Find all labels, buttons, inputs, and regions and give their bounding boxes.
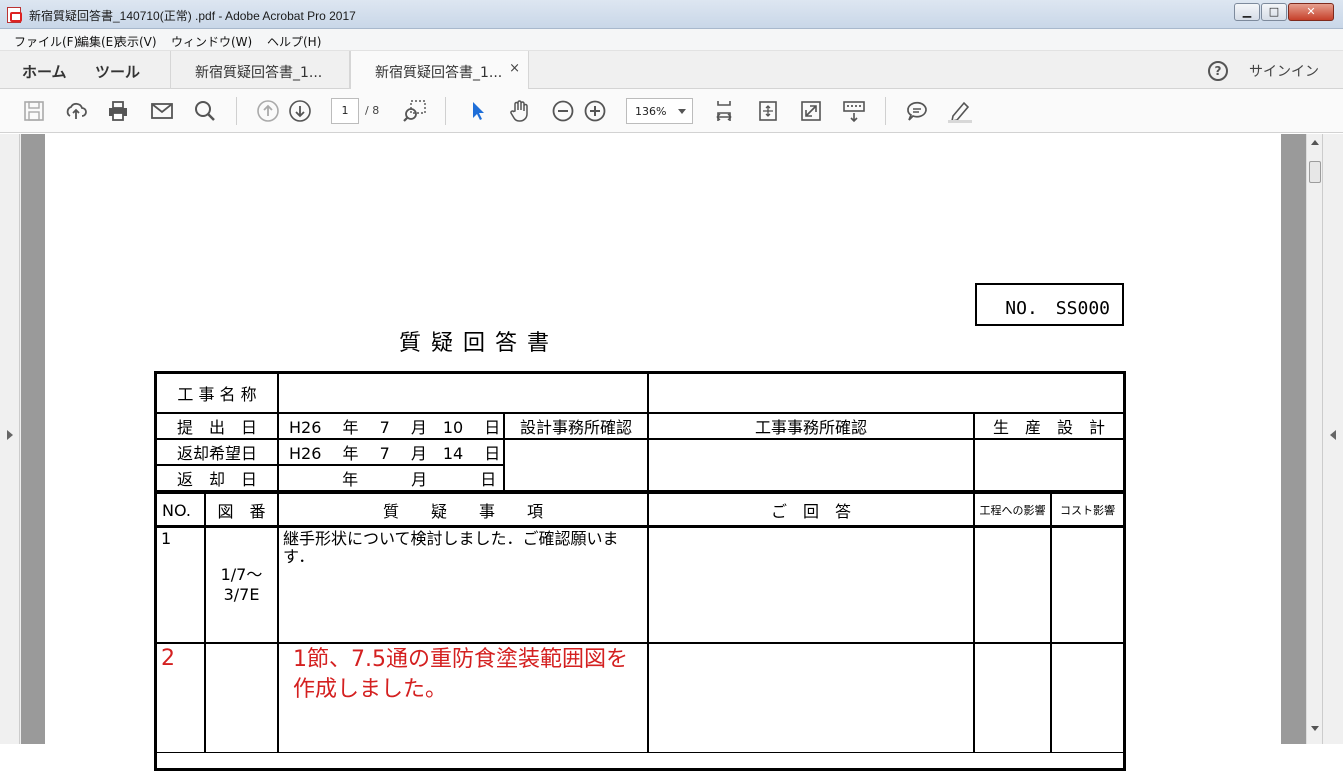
zoom-select[interactable]: 136% bbox=[626, 98, 693, 124]
rotate-icon[interactable] bbox=[756, 99, 780, 123]
production-design-header: 生 産 設 計 bbox=[974, 413, 1124, 439]
col-process-header: 工程への影響 bbox=[974, 493, 1051, 527]
return-hope-value: H26 年 7 月 14 日 bbox=[278, 439, 504, 465]
row2-no: 2 bbox=[156, 643, 205, 753]
construction-confirm-box bbox=[648, 439, 974, 491]
project-value bbox=[278, 373, 648, 413]
row2-drawing bbox=[205, 643, 278, 753]
left-panel-toggle[interactable] bbox=[0, 134, 20, 744]
document-title: 質疑回答書 bbox=[399, 331, 560, 356]
zoom-in-icon[interactable] bbox=[583, 99, 607, 123]
title-bar: 新宿質疑回答書_140710(正常) .pdf - Adobe Acrobat … bbox=[0, 0, 1343, 29]
select-icon[interactable] bbox=[466, 99, 490, 123]
project-extra bbox=[648, 373, 1124, 413]
row2-question: 1節、7.5通の重防食塗装範囲図を作成しました。 bbox=[293, 647, 628, 702]
search-icon[interactable] bbox=[193, 99, 217, 123]
design-confirm-box bbox=[504, 439, 648, 491]
page-total: / 8 bbox=[365, 104, 380, 117]
row1-no: 1 bbox=[156, 527, 205, 643]
construction-confirm-header: 工事事務所確認 bbox=[648, 413, 974, 439]
menu-edit[interactable]: 編集(E) bbox=[77, 33, 118, 50]
maximize-button[interactable]: □ bbox=[1261, 3, 1287, 21]
zoom-marquee-icon[interactable] bbox=[403, 99, 427, 123]
window-title: 新宿質疑回答書_140710(正常) .pdf - Adobe Acrobat … bbox=[29, 9, 356, 23]
col-answer-header: ご 回 答 bbox=[648, 493, 974, 527]
scroll-up-icon[interactable] bbox=[1311, 140, 1319, 145]
row2-cost bbox=[1051, 643, 1124, 753]
zoom-out-icon[interactable] bbox=[551, 99, 575, 123]
row1-drawing: 1/7～ 3/7E bbox=[205, 527, 278, 643]
scroll-down-icon[interactable] bbox=[1311, 726, 1319, 731]
menu-help[interactable]: ヘルプ(H) bbox=[267, 33, 321, 50]
next-page-icon[interactable] bbox=[288, 99, 312, 123]
toolbar: 1 / 8 136% bbox=[0, 89, 1343, 133]
form-divider bbox=[156, 525, 1124, 528]
submit-label: 提 出 日 bbox=[156, 413, 278, 439]
return-hope-label: 返却希望日 bbox=[156, 439, 278, 465]
toolbar-separator bbox=[445, 97, 446, 125]
hand-icon[interactable] bbox=[508, 99, 532, 123]
tab-document-1[interactable]: 新宿質疑回答書_1... bbox=[170, 51, 350, 89]
col-cost-header: コスト影響 bbox=[1051, 493, 1124, 527]
submit-value: H26 年 7 月 10 日 bbox=[278, 413, 504, 439]
comment-icon[interactable] bbox=[905, 99, 929, 123]
return-label: 返 却 日 bbox=[156, 465, 278, 491]
toolbar-separator bbox=[885, 97, 886, 125]
scroll-thumb[interactable] bbox=[1309, 161, 1321, 183]
signin-link[interactable]: サインイン bbox=[1249, 61, 1319, 81]
row1-cost bbox=[1051, 527, 1124, 643]
vertical-scrollbar[interactable] bbox=[1306, 134, 1322, 744]
row2-answer bbox=[648, 643, 974, 753]
fullscreen-icon[interactable] bbox=[799, 99, 823, 123]
document-viewer: NO. SS000 質疑回答書 工 事 名 称 提 出 日 H26 年 7 月 … bbox=[0, 134, 1343, 771]
save-icon[interactable] bbox=[22, 99, 46, 123]
row2-process bbox=[974, 643, 1051, 753]
upload-icon[interactable] bbox=[64, 99, 88, 123]
highlight-icon[interactable] bbox=[948, 99, 972, 123]
col-drawing-header: 図 番 bbox=[205, 493, 278, 527]
menu-bar: ファイル(F) 編集(E) 表示(V) ウィンドウ(W) ヘルプ(H) bbox=[0, 29, 1343, 51]
tab-tools[interactable]: ツール bbox=[95, 61, 140, 82]
print-icon[interactable] bbox=[106, 99, 130, 123]
fit-width-icon[interactable] bbox=[712, 99, 736, 123]
keyboard-icon[interactable] bbox=[842, 99, 866, 123]
row1-process bbox=[974, 527, 1051, 643]
menu-view[interactable]: 表示(V) bbox=[115, 33, 157, 50]
page-number-input[interactable]: 1 bbox=[331, 98, 359, 124]
email-icon[interactable] bbox=[150, 99, 174, 123]
tab-document-2-label: 新宿質疑回答書_1... bbox=[375, 65, 503, 81]
return-value: 年 月 日 bbox=[278, 465, 504, 491]
menu-file[interactable]: ファイル(F) bbox=[14, 33, 78, 50]
col-question-header: 質 疑 事 項 bbox=[278, 493, 648, 527]
project-label: 工 事 名 称 bbox=[156, 373, 278, 413]
acrobat-app-icon bbox=[7, 7, 22, 23]
expand-left-icon bbox=[1330, 430, 1336, 440]
zoom-value: 136% bbox=[635, 105, 667, 118]
expand-right-icon bbox=[7, 430, 13, 440]
tab-close-icon[interactable]: × bbox=[509, 61, 520, 76]
tab-document-2[interactable]: 新宿質疑回答書_1... × bbox=[350, 51, 529, 90]
toolbar-separator bbox=[236, 97, 237, 125]
tab-document-1-label: 新宿質疑回答書_1... bbox=[195, 65, 323, 81]
form-divider bbox=[156, 491, 1124, 494]
close-window-button[interactable]: ✕ bbox=[1288, 3, 1334, 21]
right-panel-toggle[interactable] bbox=[1322, 134, 1343, 744]
prev-page-icon[interactable] bbox=[256, 99, 280, 123]
design-confirm-header: 設計事務所確認 bbox=[504, 413, 648, 439]
tab-bar: ホーム ツール 新宿質疑回答書_1... 新宿質疑回答書_1... × bbox=[0, 51, 1343, 90]
row1-question: 継手形状について検討しました．ご確認願います． bbox=[278, 527, 648, 643]
minimize-button[interactable]: ▁ bbox=[1234, 3, 1260, 21]
menu-window[interactable]: ウィンドウ(W) bbox=[171, 33, 252, 50]
row1-answer bbox=[648, 527, 974, 643]
pdf-page: NO. SS000 質疑回答書 工 事 名 称 提 出 日 H26 年 7 月 … bbox=[45, 134, 1281, 771]
help-icon[interactable]: ? bbox=[1208, 61, 1228, 81]
tab-home[interactable]: ホーム bbox=[22, 61, 67, 82]
production-design-box bbox=[974, 439, 1124, 491]
chevron-down-icon bbox=[678, 109, 686, 114]
document-number: NO. SS000 bbox=[975, 283, 1124, 326]
col-no-header: NO. bbox=[156, 493, 205, 527]
